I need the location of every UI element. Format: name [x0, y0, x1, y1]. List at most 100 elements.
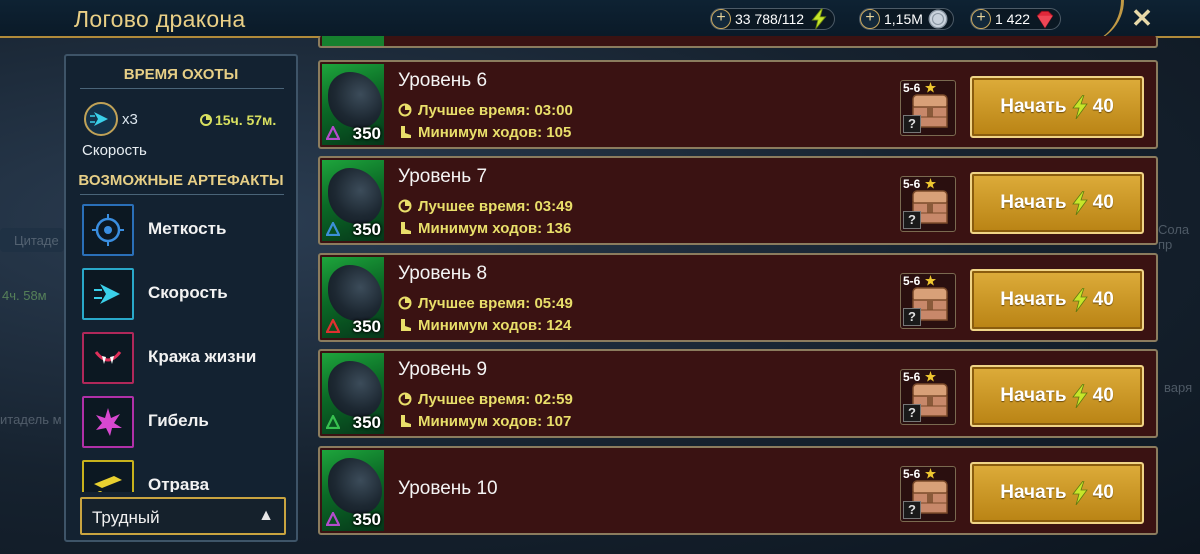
level-name: Уровень 7 — [398, 166, 488, 187]
reward-chest[interactable]: 5-6 ? — [900, 176, 956, 232]
affinity-icon — [326, 512, 340, 526]
speed-set-icon — [84, 102, 118, 136]
sidebar: ВРЕМЯ ОХОТЫ x3 15ч. 57м. Скорость ВОЗМОЖ… — [64, 54, 298, 542]
accuracy-icon — [82, 204, 134, 256]
best-time: Лучшее время: 03:49 — [398, 198, 573, 215]
energy-lightning-icon — [1071, 191, 1088, 215]
unknown-reward-icon: ? — [903, 308, 921, 326]
reward-chest[interactable]: 5-6 ? — [900, 273, 956, 329]
min-turns: Минимум ходов: 124 — [398, 317, 571, 334]
best-time: Лучшее время: 02:59 — [398, 391, 573, 408]
level-row[interactable]: 350 Уровень 8 Лучшее время: 05:49 Миниму… — [318, 253, 1158, 342]
reward-chest[interactable]: 5-6 ? — [900, 466, 956, 522]
clock-icon — [398, 392, 412, 406]
energy-cost: 40 — [1092, 96, 1114, 117]
clock-icon — [398, 103, 412, 117]
min-turns-label: Минимум ходов: 124 — [418, 317, 572, 334]
artifact-item-speed[interactable]: Скорость — [82, 268, 282, 320]
close-icon[interactable]: ✕ — [1128, 4, 1156, 32]
dragon-portrait: 350 — [322, 160, 384, 241]
energy-lightning-icon — [1071, 481, 1088, 505]
best-time-label: Лучшее время: 02:59 — [418, 391, 573, 408]
background-text: Цитаде — [14, 233, 59, 248]
start-button[interactable]: Начать 40 — [970, 76, 1144, 138]
dragon-power: 350 — [352, 317, 381, 336]
affinity-icon — [326, 319, 340, 333]
hunt-timer-value: 15ч. 57м. — [215, 112, 277, 128]
best-time: Лучшее время: 05:49 — [398, 295, 573, 312]
artifact-item-destroy[interactable]: Гибель — [82, 396, 282, 448]
star-icon — [925, 371, 936, 382]
start-label: Начать — [1000, 96, 1067, 117]
level-name: Уровень 10 — [398, 478, 498, 499]
reward-chest[interactable]: 5-6 ? — [900, 369, 956, 425]
chevron-up-icon: ▲ — [258, 507, 274, 524]
dragon-power: 350 — [352, 510, 381, 529]
difficulty-select[interactable]: Трудный ▲ — [80, 497, 286, 535]
hunt-title: ВРЕМЯ ОХОТЫ — [123, 66, 239, 83]
level-row[interactable]: 350 Уровень 10 5-6 ? Начать 40 — [318, 446, 1158, 535]
start-button[interactable]: Начать 40 — [970, 462, 1144, 524]
energy-lightning-icon — [1071, 95, 1088, 119]
dragon-image — [328, 458, 382, 514]
star-icon — [925, 82, 936, 93]
destroy-icon — [82, 396, 134, 448]
gems-resource[interactable]: + 1 422 — [970, 8, 1062, 30]
best-time-label: Лучшее время: 03:00 — [418, 102, 573, 119]
artifact-item-accuracy[interactable]: Меткость — [82, 204, 282, 256]
dragon-image — [328, 72, 382, 128]
level-row[interactable]: 350 Уровень 7 Лучшее время: 03:49 Миниму… — [318, 156, 1158, 245]
level-name: Уровень 9 — [398, 359, 488, 380]
best-time-label: Лучшее время: 03:49 — [418, 198, 573, 215]
artifact-item-lifesteal[interactable]: Кража жизни — [82, 332, 282, 384]
gems-value: 1 422 — [995, 11, 1031, 27]
energy-resource[interactable]: + 33 788/112 — [710, 8, 836, 30]
energy-cost: 40 — [1092, 192, 1114, 213]
boot-icon — [401, 126, 411, 138]
boot-icon — [401, 415, 411, 427]
dragon-power: 350 — [352, 124, 381, 143]
background-text: 4ч. 58м — [2, 288, 47, 303]
energy-cost: 40 — [1092, 289, 1114, 310]
start-button[interactable]: Начать 40 — [970, 365, 1144, 427]
start-button[interactable]: Начать 40 — [970, 172, 1144, 234]
hunt-multiplier: x3 — [122, 111, 138, 128]
level-name: Уровень 8 — [398, 263, 488, 284]
level-row[interactable]: 350 Уровень 6 Лучшее время: 03:00 Миниму… — [318, 60, 1158, 149]
lifesteal-icon — [82, 332, 134, 384]
add-gems-button[interactable]: + — [971, 9, 991, 29]
min-turns: Минимум ходов: 105 — [398, 124, 571, 141]
start-label: Начать — [1000, 482, 1067, 503]
background-text: варя — [1164, 380, 1193, 395]
min-turns-label: Минимум ходов: 105 — [418, 124, 572, 141]
affinity-icon — [326, 222, 340, 236]
level-row-partial — [318, 36, 1158, 48]
reward-range: 5-6 — [903, 81, 921, 95]
affinity-icon — [326, 126, 340, 140]
add-silver-button[interactable]: + — [860, 9, 880, 29]
start-button[interactable]: Начать 40 — [970, 269, 1144, 331]
gem-icon — [1036, 10, 1054, 29]
start-label: Начать — [1000, 385, 1067, 406]
silver-resource[interactable]: + 1,15M — [859, 8, 954, 30]
artifact-item-poison[interactable]: Отрава — [82, 460, 282, 492]
hunt-set-label: Скорость — [82, 142, 147, 159]
reward-chest[interactable]: 5-6 ? — [900, 80, 956, 136]
boot-icon — [401, 319, 411, 331]
artifact-label: Меткость — [148, 219, 227, 238]
dragon-portrait: 350 — [322, 257, 384, 338]
dragon-portrait: 350 — [322, 353, 384, 434]
dragon-image — [328, 361, 382, 417]
reward-range: 5-6 — [903, 177, 921, 191]
add-energy-button[interactable]: + — [711, 9, 731, 29]
level-row[interactable]: 350 Уровень 9 Лучшее время: 02:59 Миниму… — [318, 349, 1158, 438]
difficulty-value: Трудный — [92, 508, 160, 527]
reward-range: 5-6 — [903, 467, 921, 481]
min-turns: Минимум ходов: 107 — [398, 413, 571, 430]
reward-range: 5-6 — [903, 274, 921, 288]
energy-lightning-icon — [1071, 288, 1088, 312]
silver-coin-icon — [928, 9, 948, 29]
start-label: Начать — [1000, 192, 1067, 213]
energy-cost: 40 — [1092, 482, 1114, 503]
reward-range: 5-6 — [903, 370, 921, 384]
